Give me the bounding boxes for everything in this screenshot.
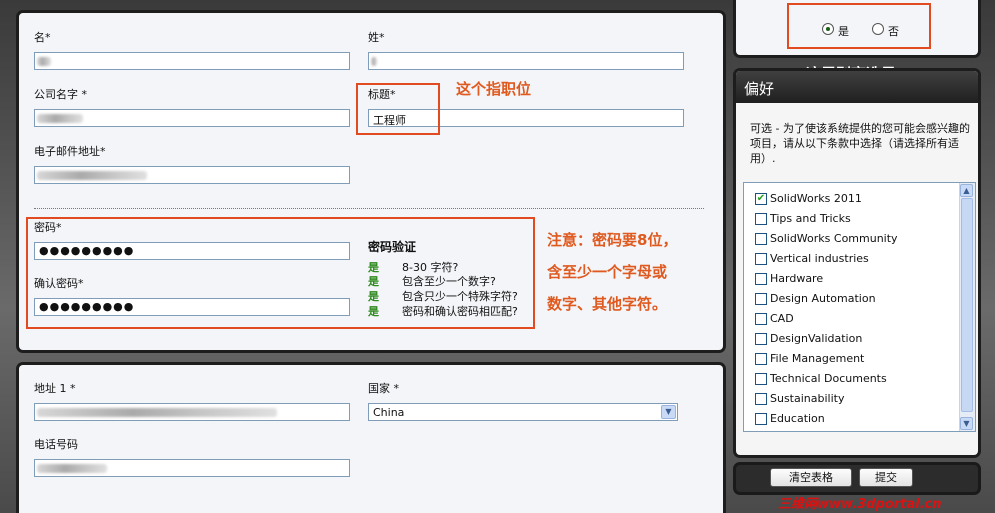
preference-label: DesignValidation (770, 332, 863, 345)
preference-checkbox[interactable] (755, 373, 767, 385)
phone-label: 电话号码 (34, 438, 78, 451)
password-annotation-line-3: 数字、其他字符。 (547, 295, 668, 313)
password-callout-box (26, 217, 535, 329)
radio-yes[interactable] (822, 23, 834, 35)
country-value: China (373, 406, 405, 419)
password-annotation-line-2: 含至少一个字母或 (547, 263, 668, 281)
scroll-thumb[interactable] (961, 198, 973, 412)
preference-label: SolidWorks 2011 (770, 192, 862, 205)
address-label: 地址 1 * (34, 382, 76, 395)
preference-label: SolidWorks Community (770, 232, 898, 245)
preference-checkbox[interactable] (755, 333, 767, 345)
chevron-down-icon[interactable]: ▼ (661, 405, 676, 419)
title-callout-box (356, 83, 440, 135)
preference-checkbox[interactable] (755, 353, 767, 365)
preference-label: Sustainability (770, 392, 845, 405)
radio-yes-label: 是 (838, 25, 849, 38)
preference-label: Education (770, 412, 825, 425)
first-name-label: 名* (34, 31, 51, 44)
scroll-up-icon[interactable]: ▲ (960, 184, 973, 197)
password-annotation-line-1: 注意：密码要8位， (547, 231, 678, 249)
radio-no[interactable] (872, 23, 884, 35)
preference-checkbox[interactable] (755, 213, 767, 225)
preference-label: CAD (770, 312, 794, 325)
section-divider (34, 208, 704, 209)
last-name-label: 姓* (368, 31, 385, 44)
radio-no-label: 否 (888, 25, 899, 38)
first-name-input[interactable] (34, 52, 350, 70)
preference-checkbox[interactable] (755, 233, 767, 245)
last-name-input[interactable] (368, 52, 684, 70)
submit-button[interactable]: 提交 (859, 468, 913, 487)
preference-checkbox[interactable]: ✔ (755, 193, 767, 205)
country-label: 国家 * (368, 382, 399, 395)
redacted-value (37, 408, 277, 417)
preference-label: Technical Documents (770, 372, 887, 385)
title-annotation: 这个指职位 (456, 80, 532, 98)
preference-label: File Management (770, 352, 865, 365)
preference-label: Tips and Tricks (770, 212, 851, 225)
preference-checkbox[interactable] (755, 393, 767, 405)
preferences-description: 可选 - 为了使该系统提供的您可能会感兴趣的项目，请从以下条款中选择（请选择所有… (750, 122, 970, 165)
preference-checkbox[interactable] (755, 293, 767, 305)
email-label: 电子邮件地址* (34, 145, 106, 158)
radio-callout-box (787, 3, 931, 49)
phone-input[interactable] (34, 459, 350, 477)
redacted-value (37, 464, 107, 473)
company-input[interactable] (34, 109, 350, 127)
scroll-down-icon[interactable]: ▼ (960, 417, 973, 430)
preference-label: Design Automation (770, 292, 876, 305)
preference-checkbox[interactable] (755, 313, 767, 325)
email-input[interactable] (34, 166, 350, 184)
redacted-value (37, 114, 83, 123)
preference-label: Vertical industries (770, 252, 869, 265)
company-label: 公司名字 * (34, 88, 87, 101)
preference-checkbox[interactable] (755, 253, 767, 265)
preference-checkbox[interactable] (755, 413, 767, 425)
clear-form-button[interactable]: 清空表格 (770, 468, 852, 487)
preference-label: Hardware (770, 272, 824, 285)
redacted-value (37, 57, 51, 66)
address-input[interactable] (34, 403, 350, 421)
redacted-value (371, 57, 377, 66)
preferences-header: 偏好 (744, 80, 775, 98)
watermark: 三维网www.3dportal.cn (778, 497, 942, 512)
preference-checkbox[interactable] (755, 273, 767, 285)
country-select[interactable]: China ▼ (368, 403, 678, 421)
redacted-value (37, 171, 147, 180)
